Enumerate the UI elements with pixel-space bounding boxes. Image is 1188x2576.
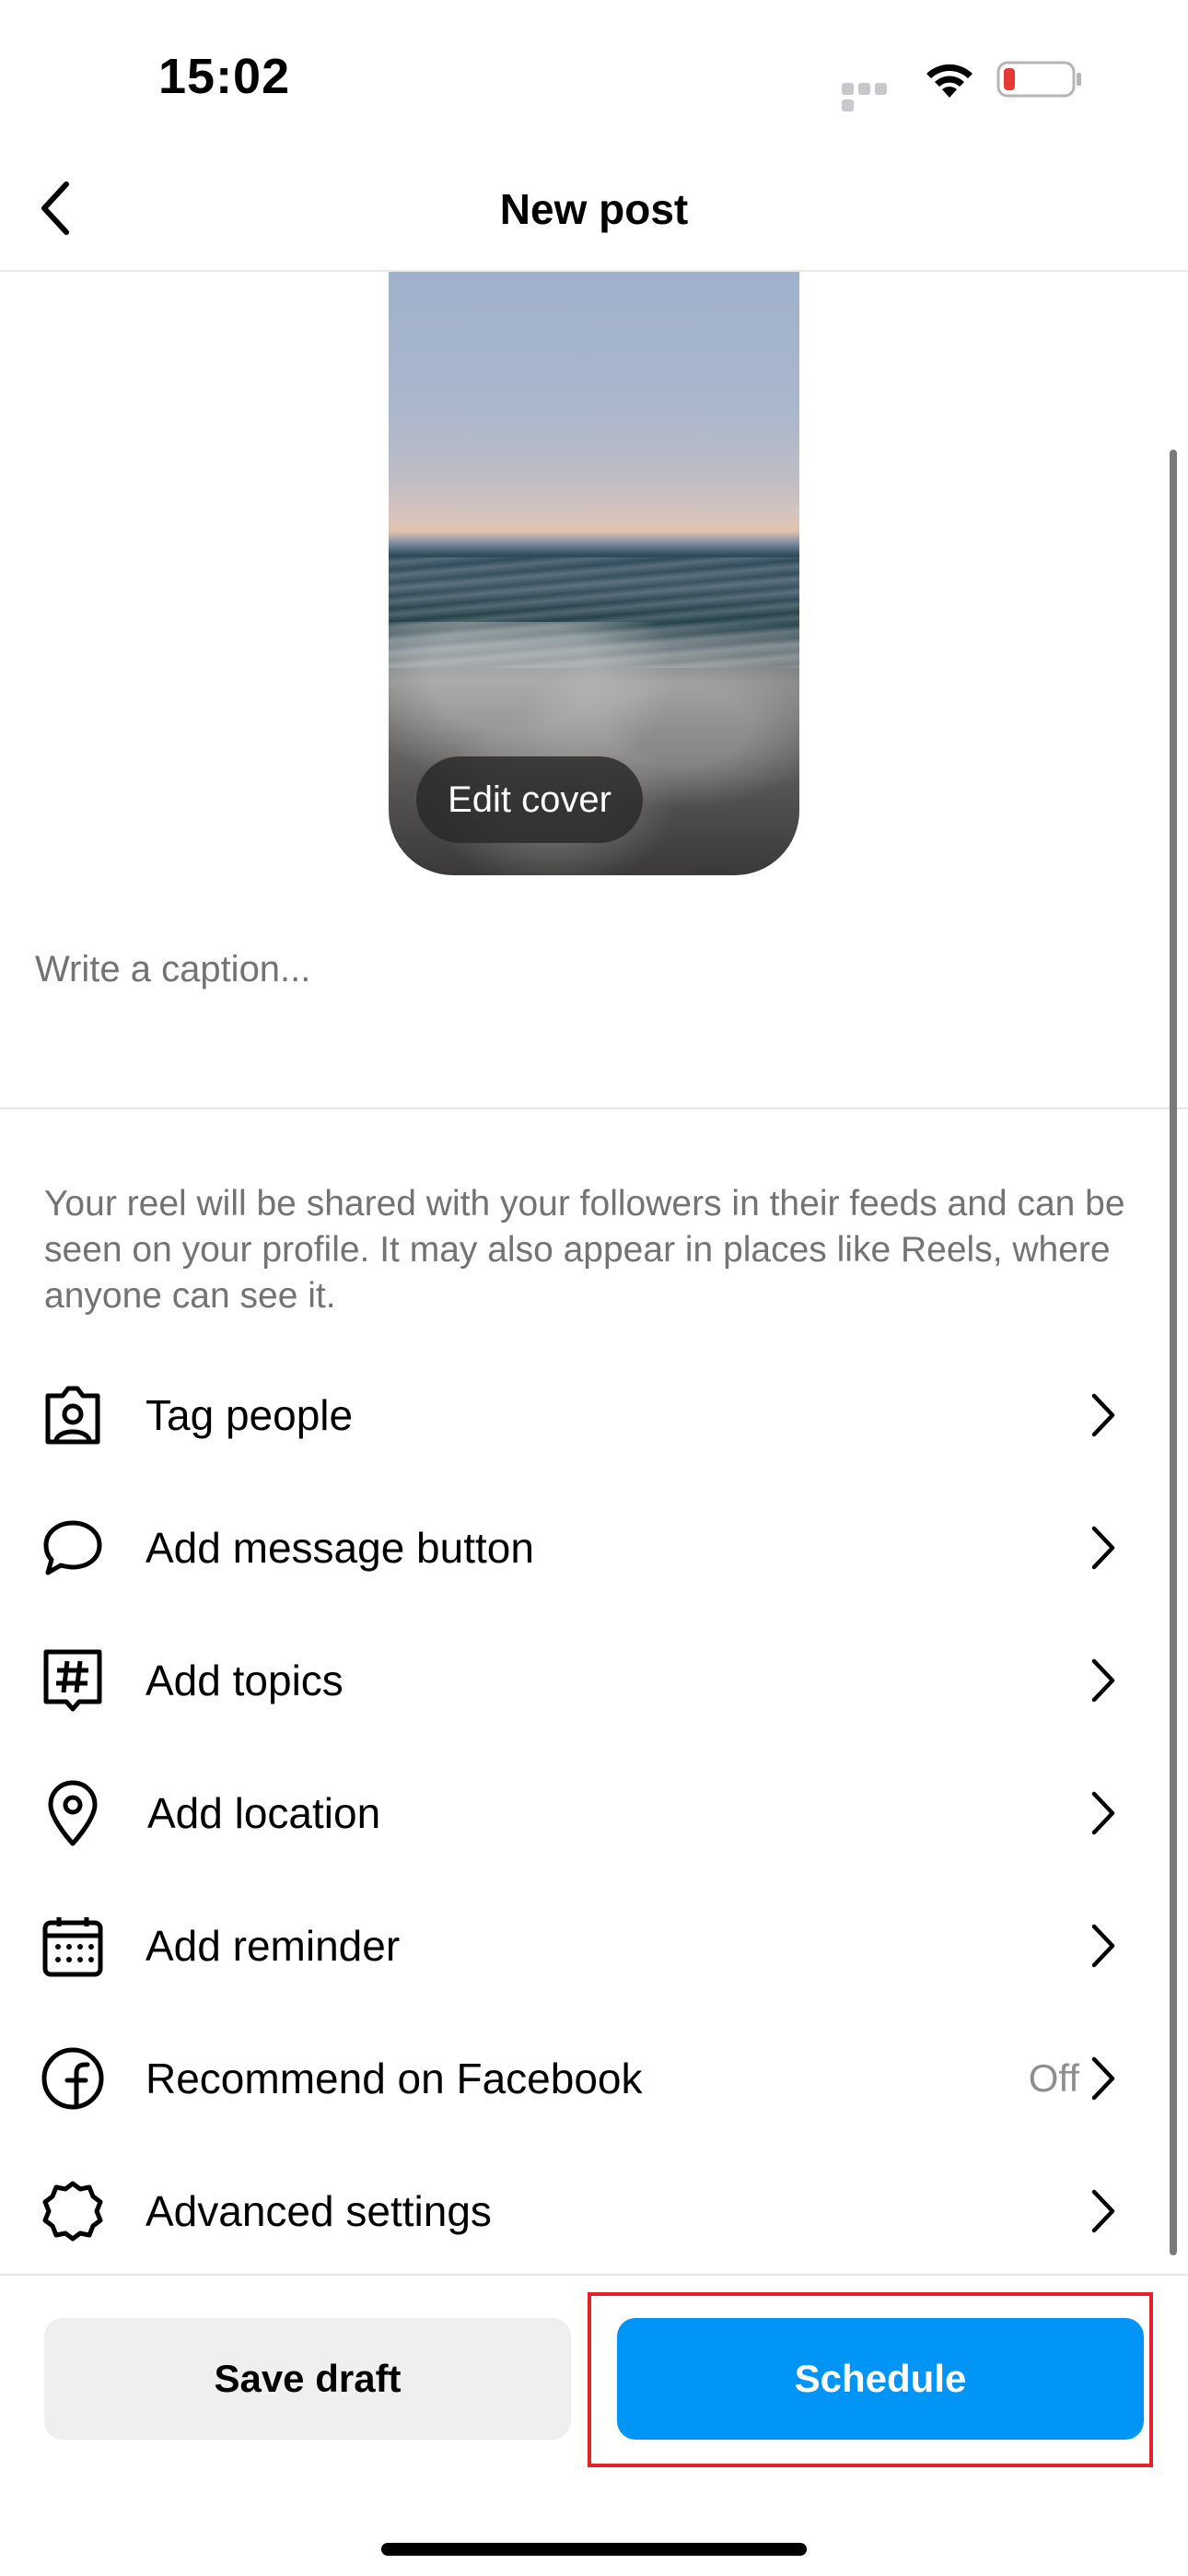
scrollbar[interactable] bbox=[1170, 450, 1177, 2255]
chevron-right-icon bbox=[1090, 2186, 1124, 2236]
chevron-right-icon bbox=[1090, 1390, 1124, 1440]
calendar-icon bbox=[39, 1912, 107, 1980]
row-add-reminder[interactable]: Add reminder bbox=[0, 1879, 1170, 2012]
page-title: New post bbox=[499, 185, 689, 233]
message-bubble-icon bbox=[39, 1514, 107, 1582]
gear-icon bbox=[39, 2177, 107, 2245]
row-add-topics[interactable]: Add topics bbox=[0, 1614, 1170, 1747]
chevron-right-icon bbox=[1090, 1788, 1124, 1838]
home-indicator bbox=[381, 2543, 807, 2556]
row-tag-people[interactable]: Tag people bbox=[0, 1349, 1170, 1481]
caption-divider bbox=[0, 1107, 1188, 1109]
row-add-message-button[interactable]: Add message button bbox=[0, 1481, 1170, 1614]
status-time: 15:02 bbox=[158, 49, 291, 104]
save-draft-button[interactable]: Save draft bbox=[44, 2318, 571, 2440]
location-pin-icon bbox=[39, 1779, 107, 1847]
row-label: Add message button bbox=[146, 1524, 534, 1572]
cellular-signal-icon bbox=[842, 83, 906, 111]
row-recommend-on-facebook[interactable]: Recommend on Facebook Off bbox=[0, 2012, 1170, 2145]
edit-cover-button[interactable]: Edit cover bbox=[416, 756, 643, 843]
row-advanced-settings[interactable]: Advanced settings bbox=[0, 2145, 1170, 2277]
row-label: Recommend on Facebook bbox=[146, 2055, 643, 2102]
chevron-right-icon bbox=[1090, 1656, 1124, 1705]
caption-input[interactable]: Write a caption... bbox=[35, 949, 1140, 990]
row-label: Advanced settings bbox=[146, 2187, 492, 2235]
facebook-icon bbox=[39, 2044, 107, 2113]
chevron-right-icon bbox=[1090, 1921, 1124, 1971]
row-label: Add location bbox=[147, 1789, 381, 1837]
row-label: Add reminder bbox=[146, 1922, 401, 1970]
row-label: Add topics bbox=[146, 1657, 344, 1704]
hashtag-icon bbox=[39, 1646, 107, 1715]
wifi-icon bbox=[921, 55, 978, 101]
row-label: Tag people bbox=[146, 1391, 354, 1439]
bottom-divider bbox=[0, 2274, 1188, 2276]
share-info-text: Your reel will be shared with your follo… bbox=[44, 1184, 1125, 1316]
row-value: Off bbox=[1028, 2056, 1079, 2100]
reel-cover-preview: Edit cover bbox=[389, 272, 799, 875]
chevron-right-icon bbox=[1090, 2054, 1124, 2103]
row-add-location[interactable]: Add location bbox=[0, 1747, 1170, 1879]
highlight-box bbox=[588, 2292, 1153, 2467]
battery-icon bbox=[996, 59, 1085, 100]
chevron-right-icon bbox=[1090, 1523, 1124, 1573]
tag-people-icon bbox=[39, 1381, 107, 1449]
